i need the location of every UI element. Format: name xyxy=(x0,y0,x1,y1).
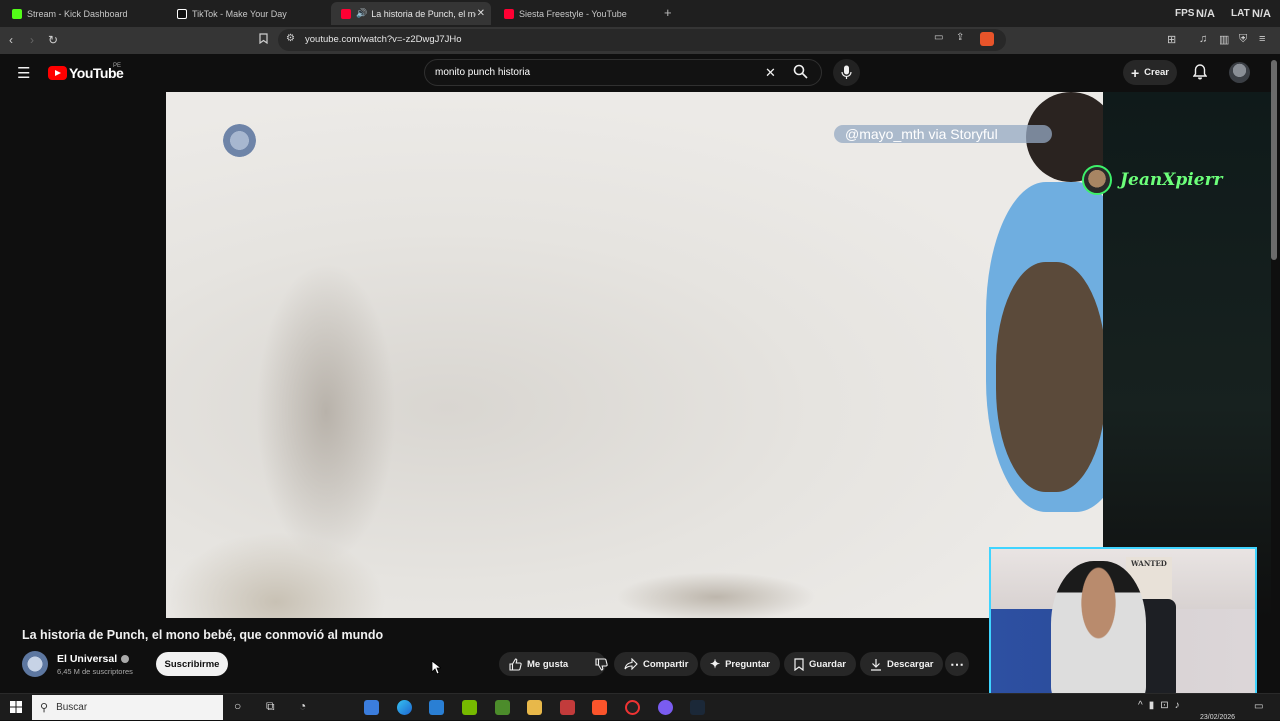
steam-icon[interactable] xyxy=(690,700,705,715)
task-view-icon[interactable]: ⧉ xyxy=(266,699,275,714)
app-icon[interactable] xyxy=(560,700,575,715)
cortana-icon[interactable]: ○ xyxy=(234,699,241,713)
mail-icon[interactable] xyxy=(429,700,444,715)
voice-search-button[interactable] xyxy=(833,59,860,86)
channel-name[interactable]: El Universal xyxy=(57,653,130,665)
speaker-icon: 🔊 xyxy=(356,8,368,18)
back-icon[interactable]: ‹ xyxy=(9,33,13,47)
tab-title: TikTok - Make Your Day xyxy=(192,8,287,19)
file-explorer-icon[interactable] xyxy=(527,700,542,715)
tab-kick-dashboard[interactable]: Stream - Kick Dashboard xyxy=(2,2,162,25)
notification-center-icon[interactable]: ▭ xyxy=(1254,701,1263,712)
share-button[interactable]: Compartir xyxy=(614,652,699,676)
search-query: monito punch historia xyxy=(435,67,531,78)
webcam-overlay: WANTED xyxy=(989,547,1257,698)
tab-siesta-freestyle[interactable]: Siesta Freestyle - YouTube xyxy=(494,2,654,25)
edge-icon[interactable] xyxy=(397,700,412,715)
channel-avatar[interactable] xyxy=(22,651,48,677)
streamer-name: JeanXpierr xyxy=(1120,170,1223,190)
media-icon[interactable]: ♫ xyxy=(1199,33,1207,45)
streamer-overlay: JeanXpierr xyxy=(1082,165,1223,195)
save-button[interactable]: Guardar xyxy=(784,652,856,676)
lat-label: LAT xyxy=(1231,8,1250,19)
tab-title: La historia de Punch, el mono xyxy=(371,8,476,19)
streamer-person xyxy=(1051,561,1146,696)
windows-start-icon[interactable] xyxy=(10,700,22,718)
bookmark-icon[interactable] xyxy=(259,33,268,47)
youtube-icon xyxy=(504,8,514,19)
close-tab-icon[interactable]: ✕ xyxy=(477,8,485,19)
video-title: La historia de Punch, el mono bebé, que … xyxy=(22,628,384,642)
vpn-icon[interactable]: ⛨ xyxy=(1239,33,1247,46)
video-credit-overlay: @mayo_mth via Storyful xyxy=(834,125,1052,143)
streamer-avatar xyxy=(1082,165,1112,195)
sparkle-icon: ✦ xyxy=(710,657,721,671)
page-scrollbar[interactable] xyxy=(1271,60,1277,260)
fps-value: N/A xyxy=(1196,8,1215,20)
windows-taskbar: ⚲ Buscar ○ ⧉ ◔ xyxy=(0,693,1280,720)
more-icon: ⋯ xyxy=(950,655,964,672)
search-input[interactable]: monito punch historia ✕ xyxy=(424,59,822,86)
search-icon[interactable] xyxy=(793,64,808,84)
verified-icon xyxy=(121,655,130,664)
discord-icon[interactable] xyxy=(658,700,673,715)
ask-button[interactable]: ✦ Preguntar xyxy=(700,652,780,676)
youtube-icon xyxy=(341,8,351,19)
youtube-play-icon xyxy=(48,66,67,80)
new-tab-button[interactable]: + xyxy=(664,5,672,20)
system-tray-icons[interactable]: ^▮⊡♪ xyxy=(1138,700,1186,711)
search-icon: ⚲ xyxy=(40,702,49,714)
subscribe-button[interactable]: Suscribirme xyxy=(156,652,228,676)
store-icon[interactable] xyxy=(364,700,379,715)
account-avatar[interactable] xyxy=(1229,62,1250,83)
obs-icon[interactable] xyxy=(625,700,640,715)
more-actions-button[interactable]: ⋯ xyxy=(945,652,969,676)
brave-shield-icon[interactable] xyxy=(980,32,994,46)
reload-icon[interactable]: ↻ xyxy=(48,33,58,47)
tab-tiktok[interactable]: TikTok - Make Your Day xyxy=(167,2,327,25)
youtube-logo[interactable]: YouTube PE xyxy=(48,63,124,81)
wanted-poster-text: WANTED xyxy=(1131,559,1167,568)
tab-search-icon[interactable]: ⊞ xyxy=(1167,33,1176,46)
clear-search-icon[interactable]: ✕ xyxy=(765,65,776,81)
thumbs-up-icon xyxy=(509,657,522,671)
menu-icon[interactable]: ≡ xyxy=(1259,33,1265,45)
share-icon[interactable]: ⇪ xyxy=(956,32,964,43)
url-text: youtube.com/watch?v=-z2DwgJ7JHo xyxy=(305,34,462,45)
fps-label: FPS xyxy=(1175,8,1195,19)
forward-icon[interactable]: › xyxy=(30,33,34,47)
address-bar[interactable]: ⚙ youtube.com/watch?v=-z2DwgJ7JHo ▭ ⇪ xyxy=(278,29,1006,51)
download-button[interactable]: Descargar xyxy=(860,652,944,676)
mic-icon xyxy=(841,65,852,79)
tab-title: Siesta Freestyle - YouTube xyxy=(519,8,627,19)
tiktok-icon xyxy=(177,8,187,19)
like-button[interactable]: Me gusta xyxy=(499,652,608,676)
browser-tab-strip: Stream - Kick Dashboard TikTok - Make Yo… xyxy=(0,0,1280,27)
sidebar-icon[interactable]: ▥ xyxy=(1219,33,1229,46)
bookmark-icon xyxy=(794,657,804,671)
mouse-cursor-icon xyxy=(431,660,441,675)
tab-title: Stream - Kick Dashboard xyxy=(27,8,128,19)
share-arrow-icon xyxy=(624,658,638,670)
brave-icon[interactable] xyxy=(592,700,607,715)
nvidia-icon[interactable] xyxy=(462,700,477,715)
plus-icon: + xyxy=(1130,64,1140,81)
notifications-icon[interactable] xyxy=(1192,64,1208,85)
taskbar-search[interactable]: ⚲ Buscar xyxy=(32,695,223,720)
create-button[interactable]: + Crear xyxy=(1123,60,1177,85)
speedometer-icon[interactable]: ◔ xyxy=(299,699,306,713)
tab-punch-video[interactable]: 🔊 La historia de Punch, el mono ✕ xyxy=(331,2,491,25)
lat-value: N/A xyxy=(1252,8,1271,20)
el-universal-watermark xyxy=(223,124,256,157)
subscriber-count: 6,45 M de suscriptores xyxy=(57,667,133,676)
browser-toolbar: ‹ › ↻ ⚙ youtube.com/watch?v=-z2DwgJ7JHo … xyxy=(0,27,1280,54)
thumbs-down-icon[interactable] xyxy=(595,657,608,671)
guide-menu-icon[interactable]: ☰ xyxy=(17,64,30,82)
kick-icon xyxy=(12,8,22,19)
minecraft-icon[interactable] xyxy=(495,700,510,715)
cast-icon[interactable]: ▭ xyxy=(934,32,943,43)
download-icon xyxy=(871,658,881,671)
site-settings-icon[interactable]: ⚙ xyxy=(286,33,295,44)
video-player[interactable] xyxy=(166,92,1103,618)
